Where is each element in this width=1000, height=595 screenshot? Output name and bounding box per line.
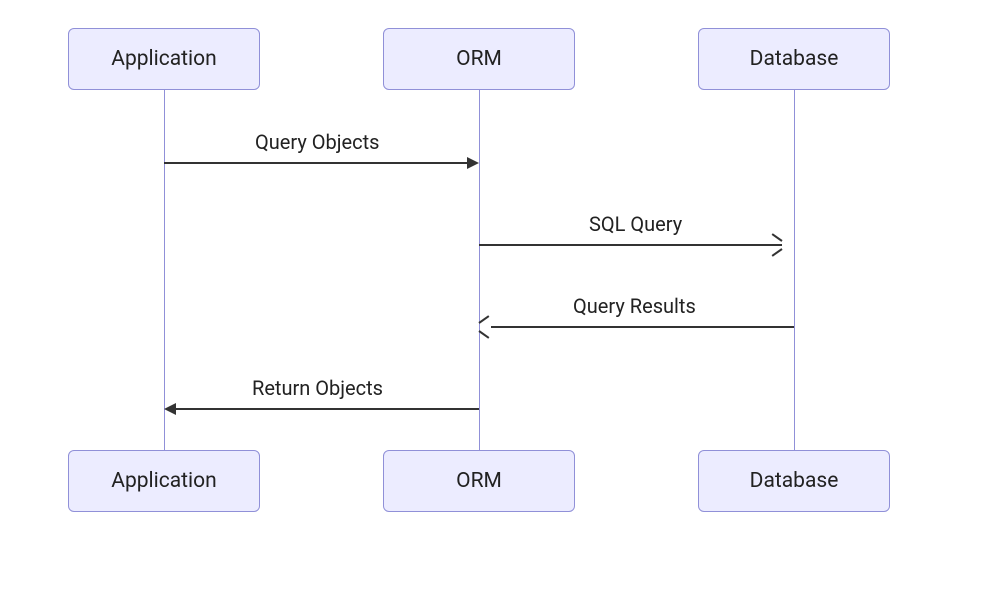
arrow-head-icon (164, 403, 176, 415)
lifeline-application (164, 90, 165, 450)
participant-box-application-bottom: Application (68, 450, 260, 512)
participant-label: Database (750, 47, 839, 71)
message-label-query-objects: Query Objects (255, 130, 379, 154)
message-arrow-query-objects (164, 162, 467, 164)
participant-label: ORM (456, 47, 502, 71)
message-label-query-results: Query Results (573, 294, 696, 318)
participant-box-database-bottom: Database (698, 450, 890, 512)
message-arrow-query-results (491, 326, 794, 328)
message-label-return-objects: Return Objects (252, 376, 383, 400)
participant-label: ORM (456, 469, 502, 493)
participant-box-application-top: Application (68, 28, 260, 90)
participant-label: Database (750, 469, 839, 493)
participant-box-database-top: Database (698, 28, 890, 90)
arrow-head-icon (467, 157, 479, 169)
message-arrow-return-objects (176, 408, 479, 410)
participant-label: Application (111, 469, 216, 493)
message-label-sql-query: SQL Query (589, 212, 682, 236)
participant-box-orm-bottom: ORM (383, 450, 575, 512)
lifeline-orm (479, 90, 480, 450)
lifeline-database (794, 90, 795, 450)
sequence-diagram: Application ORM Database Query Objects S… (0, 0, 1000, 595)
message-arrow-sql-query (479, 244, 782, 246)
participant-box-orm-top: ORM (383, 28, 575, 90)
participant-label: Application (111, 47, 216, 71)
